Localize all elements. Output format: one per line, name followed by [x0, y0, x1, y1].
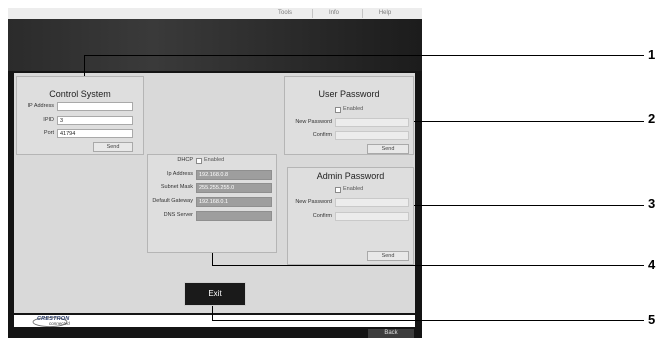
menu-divider: [362, 9, 363, 18]
user-new-password-label: New Password: [295, 119, 332, 125]
header-banner: [8, 19, 422, 71]
back-button[interactable]: Back: [368, 329, 414, 338]
callout-2-line: [414, 121, 644, 122]
subnet-mask-input[interactable]: 255.255.255.0: [196, 183, 272, 193]
admin-password-enabled-label: Enabled: [343, 186, 364, 192]
control-system-send-button[interactable]: Send: [93, 142, 133, 152]
callout-2-number: 2: [648, 111, 656, 126]
menu-help[interactable]: Help: [370, 8, 400, 19]
admin-password-enabled-checkbox[interactable]: [335, 187, 341, 193]
ip-address-label: IP Address: [27, 103, 55, 109]
admin-new-password-input[interactable]: [335, 198, 409, 207]
user-new-password-input[interactable]: [335, 118, 409, 127]
callout-3-line: [414, 205, 644, 206]
menu-bar: [8, 8, 422, 19]
menu-divider: [312, 9, 313, 18]
user-confirm-label: Confirm: [312, 132, 332, 138]
default-gateway-label: Default Gateway: [152, 198, 193, 204]
port-label: Port: [43, 130, 54, 136]
callout-3-number: 3: [648, 196, 656, 211]
dhcp-checkbox[interactable]: [196, 158, 202, 164]
network-ip-label: Ip Address: [167, 171, 193, 177]
callout-1-line: [84, 55, 644, 56]
exit-button[interactable]: Exit: [184, 282, 246, 306]
port-input[interactable]: 41794: [57, 129, 133, 138]
user-password-enabled-checkbox[interactable]: [335, 107, 341, 113]
default-gateway-input[interactable]: 192.168.0.1: [196, 197, 272, 207]
admin-new-password-label: New Password: [295, 199, 332, 205]
callout-4-number: 4: [648, 257, 656, 272]
menu-tools[interactable]: Tools: [270, 8, 300, 19]
control-system-title: Control System: [49, 89, 111, 99]
logo-sub: connected: [49, 321, 70, 326]
user-password-enabled-label: Enabled: [343, 106, 364, 112]
admin-confirm-label: Confirm: [312, 213, 332, 219]
dns-server-label: DNS Server: [163, 212, 193, 218]
footer-bar: [8, 327, 422, 338]
callout-5-line: [212, 306, 213, 320]
callout-5-number: 5: [648, 312, 656, 327]
callout-4-line: [212, 265, 644, 266]
ipid-input[interactable]: 3: [57, 116, 133, 125]
callout-1-number: 1: [648, 47, 656, 62]
callout-4-line: [212, 253, 213, 265]
subnet-mask-label: Subnet Mask: [160, 184, 193, 190]
user-password-title: User Password: [318, 89, 380, 99]
admin-password-title: Admin Password: [316, 171, 385, 181]
callout-1-line: [84, 55, 85, 76]
user-password-send-button[interactable]: Send: [367, 144, 409, 154]
dns-server-input[interactable]: [196, 211, 272, 221]
user-confirm-input[interactable]: [335, 131, 409, 140]
menu-info[interactable]: Info: [320, 8, 348, 19]
crestron-logo: CRESTRON connected: [30, 316, 90, 327]
network-ip-input[interactable]: 192.168.0.8: [196, 170, 272, 180]
ip-address-input[interactable]: [57, 102, 133, 111]
admin-password-send-button[interactable]: Send: [367, 251, 409, 261]
dhcp-label: DHCP: [177, 157, 193, 163]
dhcp-enabled-label: Enabled: [204, 157, 225, 163]
ipid-label: IPID: [43, 117, 54, 123]
admin-confirm-input[interactable]: [335, 212, 409, 221]
callout-5-line: [212, 320, 644, 321]
